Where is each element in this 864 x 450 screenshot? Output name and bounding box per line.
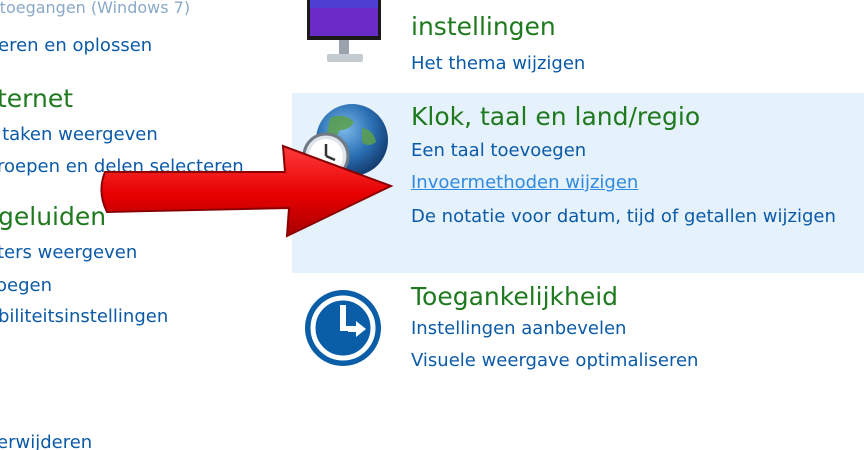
left-heading-network[interactable]: ternet: [0, 84, 73, 113]
link-change-date-time-format[interactable]: De notatie voor datum, tijd of getallen …: [411, 203, 841, 231]
red-arrow: [95, 140, 395, 254]
link-change-theme[interactable]: Het thema wijzigen: [411, 53, 585, 74]
monitor-icon[interactable]: [305, 0, 385, 74]
link-add-language[interactable]: Een taal toevoegen: [411, 140, 586, 161]
clock-language-region-title[interactable]: Klok, taal en land/regio: [411, 102, 700, 131]
left-heading-sound[interactable]: geluiden: [0, 202, 106, 231]
ease-of-access-title[interactable]: Toegankelijkheid: [411, 282, 618, 311]
link-change-input-methods[interactable]: Invoermethoden wijzigen: [411, 172, 638, 193]
link-recommend-settings[interactable]: Instellingen aanbevelen: [411, 318, 626, 339]
left-link-add[interactable]: oegen: [0, 275, 52, 296]
left-top-partial-link[interactable]: r toegangen (Windows 7): [0, 0, 190, 17]
left-link-remove[interactable]: erwijderen: [0, 432, 92, 450]
ease-of-access-icon[interactable]: [302, 287, 384, 373]
link-optimize-visual-display[interactable]: Visuele weergave optimaliseren: [411, 350, 698, 371]
appearance-title[interactable]: instellingen: [411, 12, 556, 41]
left-link-accessibility[interactable]: biliteitsinstellingen: [0, 306, 168, 327]
left-link-troubleshoot[interactable]: eren en oplossen: [0, 35, 152, 56]
